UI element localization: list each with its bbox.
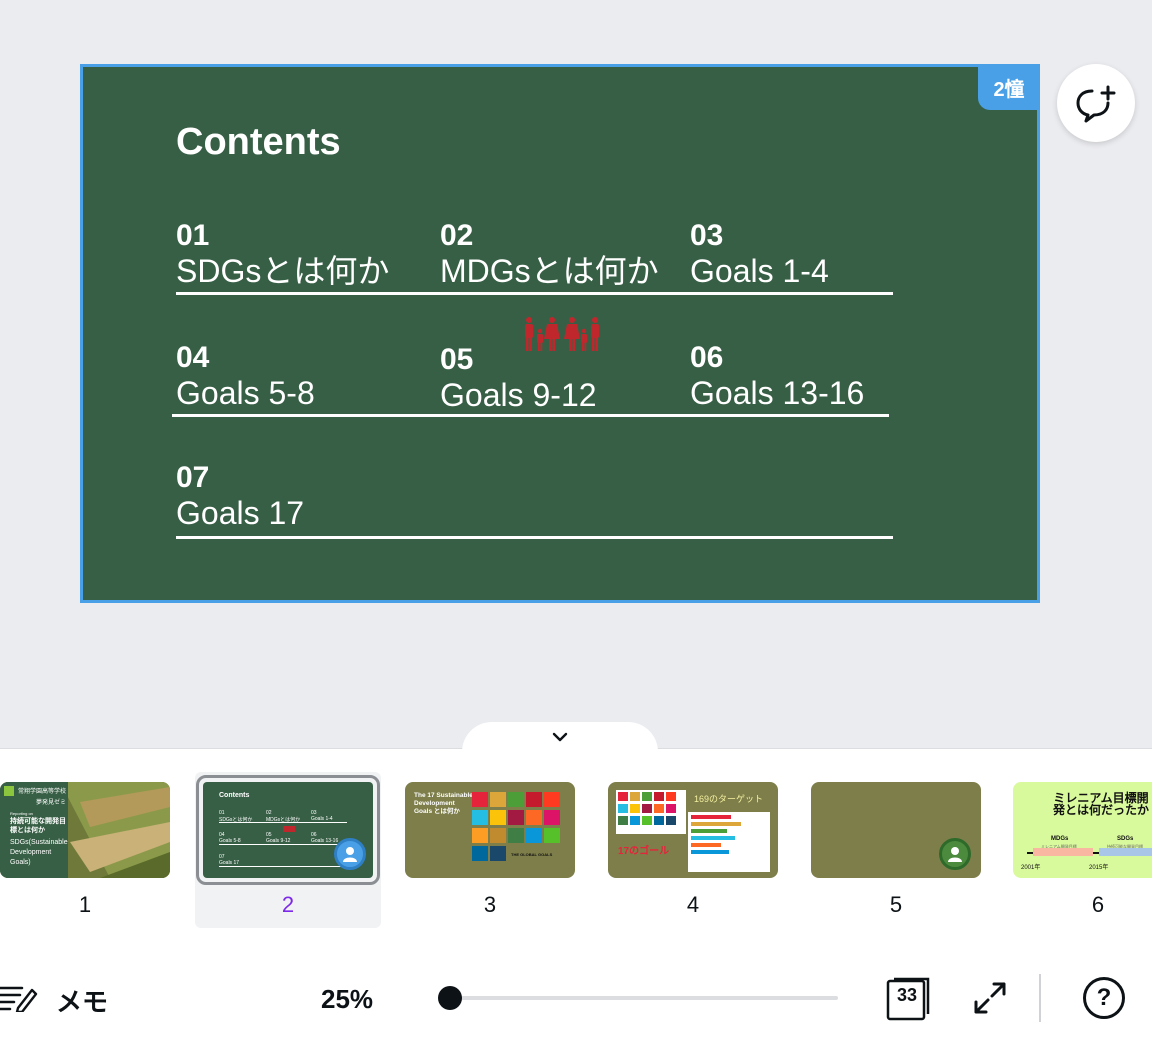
page-number: 5 — [889, 892, 903, 917]
underline — [176, 292, 893, 295]
item-label: Goals 1-4 — [690, 253, 829, 289]
thumb-text: MDGs — [1051, 836, 1069, 842]
zoom-percentage[interactable]: 25% — [321, 984, 373, 1015]
underline — [172, 414, 889, 417]
zoom-slider-handle[interactable] — [438, 986, 462, 1010]
contents-item-03[interactable]: 03 Goals 1-4 — [690, 219, 829, 289]
thumb-text: 常翔学園高等学校 — [18, 789, 67, 795]
add-comment-button[interactable] — [1057, 64, 1135, 142]
sdg-icons-grid — [616, 790, 686, 834]
thumb-text: SDGs(Sustainable Development Goals) — [10, 839, 68, 866]
underline — [176, 536, 893, 539]
page-thumbnail-1[interactable]: 常翔学園高等学校 夢発見ゼミ Reporting on 持続可能な開発目標とは何… — [0, 782, 170, 878]
collapse-panel-button[interactable] — [462, 722, 658, 752]
toolbar-divider — [1039, 974, 1041, 1022]
thumb-text: 持続可能な開発目標とは何か — [10, 818, 66, 834]
item-label: Goals 5-8 — [176, 375, 315, 411]
help-button[interactable]: ? — [1083, 977, 1125, 1019]
target-list — [688, 812, 770, 872]
page-thumbnail-5[interactable] — [811, 782, 981, 878]
item-label: Goals 17 — [176, 495, 305, 531]
contents-item-07[interactable]: 07 Goals 17 — [176, 461, 304, 531]
page-number: 1 — [78, 892, 92, 917]
comment-plus-icon — [1076, 85, 1116, 123]
thumb-text: The 17 Sustainable Development Goals とは何… — [414, 792, 473, 815]
family-icon[interactable] — [523, 317, 603, 353]
thumb-text: THE GLOBAL GOALS — [511, 852, 553, 857]
page-thumbnail-6[interactable]: ミレニアム目標開発とは何だったか MDGs SDGs ミレニアム開発目標 持続可… — [1013, 782, 1152, 878]
user-icon — [948, 847, 962, 862]
thumb-text: SDGs — [1117, 836, 1134, 842]
contents-item-06[interactable]: 06 Goals 13-16 — [690, 341, 864, 411]
page-number-selected: 2 — [281, 892, 295, 917]
item-number: 06 — [690, 341, 724, 374]
question-mark-icon: ? — [1096, 984, 1112, 1011]
fullscreen-icon[interactable] — [972, 980, 1008, 1016]
page-number: 3 — [483, 892, 497, 917]
thumb-text: 17のゴール — [618, 846, 670, 857]
thumb-text: 2015年 — [1089, 865, 1109, 871]
item-number: 03 — [690, 219, 724, 252]
page-number: 4 — [686, 892, 700, 917]
page-count: 33 — [896, 985, 918, 1005]
thumb-text: 169のターゲット — [694, 794, 764, 804]
notes-button[interactable]: メモ — [56, 982, 108, 1019]
collaborator-badge: 2憧 — [978, 64, 1040, 110]
item-number: 01 — [176, 219, 210, 252]
item-number: 07 — [176, 461, 210, 494]
school-logo — [4, 786, 14, 796]
thumb-text: 夢発見ゼミ — [36, 800, 67, 806]
contents-item-02[interactable]: 02 MDGsとは何か — [440, 219, 659, 289]
chevron-down-icon — [552, 732, 568, 742]
thumb-text: ミレニアム目標開発とは何だったか — [1052, 791, 1149, 817]
item-number: 04 — [176, 341, 210, 374]
thumb-text: Reporting on — [10, 811, 33, 816]
item-label: MDGsとは何か — [440, 253, 659, 289]
notes-icon[interactable] — [0, 982, 38, 1012]
slide-title[interactable]: Contents — [176, 121, 341, 164]
page-thumbnail-4[interactable]: 169のターゲット 17のゴール — [608, 782, 778, 878]
zoom-slider[interactable] — [450, 996, 838, 1000]
contents-item-05[interactable]: 05 Goals 9-12 — [440, 343, 597, 413]
canvas-area: 2憧 Contents 01 SDGsとは何か 02 MDGsとは何か 03 G… — [0, 0, 1152, 748]
slide-canvas[interactable]: 2憧 Contents 01 SDGsとは何か 02 MDGsとは何か 03 G… — [80, 64, 1040, 603]
page-thumbnail-3[interactable]: The 17 Sustainable Development Goals とは何… — [405, 782, 575, 878]
item-label: Goals 9-12 — [440, 377, 597, 413]
item-label: SDGsとは何か — [176, 253, 390, 289]
thumb-text: 2001年 — [1021, 865, 1041, 871]
item-number: 02 — [440, 219, 474, 252]
contents-item-04[interactable]: 04 Goals 5-8 — [176, 341, 315, 411]
item-label: Goals 13-16 — [690, 375, 865, 411]
contents-item-01[interactable]: 01 SDGsとは何か — [176, 219, 389, 289]
page-number: 6 — [1091, 892, 1105, 917]
avatar[interactable] — [939, 838, 971, 870]
selected-page-frame — [196, 775, 380, 885]
